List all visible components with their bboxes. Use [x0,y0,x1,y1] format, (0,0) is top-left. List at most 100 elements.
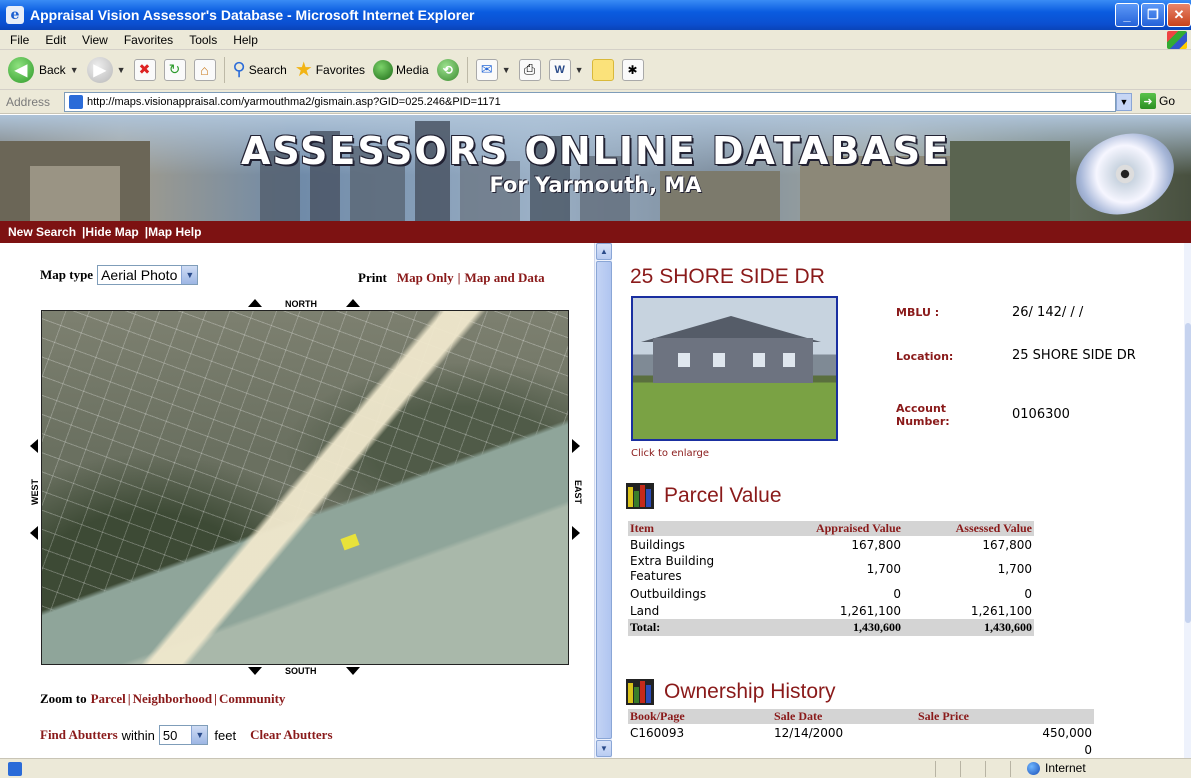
col-header: Sale Date [772,709,916,724]
map-type-label: Map type [40,267,94,282]
mail-dropdown-icon[interactable]: ▼ [502,65,511,75]
pan-east-top-icon[interactable] [572,439,580,453]
back-button[interactable]: ◀ Back ▼ [8,56,79,83]
address-dropdown-icon[interactable]: ▼ [1116,93,1132,111]
cell-assessed: 1,430,600 [903,619,1034,636]
cell-appraised: 167,800 [851,537,901,552]
zoom-community-link[interactable]: Community [219,691,285,707]
scroll-up-icon[interactable]: ▲ [596,243,612,260]
stop-icon[interactable]: ✖ [133,58,156,81]
table-row: C160093 12/14/2000 450,000 [628,724,1094,741]
pan-east-bottom-icon[interactable] [572,526,580,540]
mail-button[interactable]: ✉ ▼ [475,58,511,81]
address-input[interactable]: http://maps.visionappraisal.com/yarmouth… [64,92,1116,112]
research-icon[interactable]: ✱ [621,58,644,81]
cell-appraised: 1,430,600 [768,619,903,636]
hide-map-link[interactable]: |Hide Map [82,225,139,239]
refresh-icon[interactable]: ↻ [163,58,186,81]
print-icon[interactable]: ⎙ [518,58,541,81]
favorites-label: Favorites [315,62,366,77]
search-button[interactable]: ⚲ Search [233,59,287,80]
books-icon [626,483,654,509]
address-url: http://maps.visionappraisal.com/yarmouth… [87,96,501,108]
title-bar: e Appraisal Vision Assessor's Database -… [0,0,1191,30]
media-button[interactable]: Media [373,59,429,80]
pan-west-bottom-icon[interactable] [30,526,38,540]
history-icon[interactable]: ⟲ [436,58,459,81]
chevron-down-icon: ▼ [191,726,208,744]
ownership-table: Book/Page Sale Date Sale Price C160093 1… [628,709,1094,758]
table-total-row: Total: 1,430,600 1,430,600 [628,619,1034,636]
aerial-map[interactable] [41,310,569,665]
selected-parcel[interactable] [340,533,360,551]
status-bar: Internet [0,758,1191,778]
pan-west-top-icon[interactable] [30,439,38,453]
scroll-down-icon[interactable]: ▼ [596,740,612,757]
parcel-value-heading: Parcel Value [626,483,782,509]
menu-view[interactable]: View [82,33,108,47]
new-search-link[interactable]: New Search [8,225,76,239]
forward-dropdown-icon[interactable]: ▼ [117,65,126,75]
map-type-select[interactable]: Aerial Photo ▼ [97,265,199,285]
home-icon[interactable]: ⌂ [193,58,216,81]
menu-edit[interactable]: Edit [45,33,66,47]
minimize-button[interactable]: _ [1115,3,1139,27]
pan-south-right-icon[interactable] [346,667,360,675]
security-zone: Internet [1027,761,1086,775]
south-label: SOUTH [285,666,317,676]
zoom-divider: | [214,691,217,706]
discuss-note-icon[interactable] [591,58,614,81]
maximize-button[interactable]: ❐ [1141,3,1165,27]
west-label: WEST [30,479,40,505]
back-dropdown-icon[interactable]: ▼ [70,65,79,75]
page-scrollbar[interactable] [1184,243,1191,758]
location-label: Location: [896,350,954,363]
cell-assessed: 1,700 [997,562,1032,576]
click-to-enlarge-link[interactable]: Click to enlarge [631,448,709,459]
menu-help[interactable]: Help [233,33,258,47]
cell-appraised: 1,261,100 [839,603,901,618]
close-button[interactable]: ✕ [1167,3,1191,27]
forward-button[interactable]: ▶ ▼ [86,56,126,83]
page-icon [69,95,83,109]
pan-north-left-icon[interactable] [248,299,262,307]
frame-scrollbar[interactable]: ▲ ▼ [594,243,612,758]
go-button[interactable]: ➜ Go [1140,93,1175,109]
table-row: Outbuildings 0 0 [628,585,1034,602]
print-divider: | [457,270,461,285]
page-scroll-thumb[interactable] [1185,323,1191,623]
word-edit-icon: W [548,58,571,81]
find-abutters-link[interactable]: Find Abutters [40,727,118,743]
abutter-distance-select[interactable]: 50 ▼ [158,725,209,745]
pan-north-right-icon[interactable] [346,299,360,307]
mblu-value: 26/ 142/ / / [1012,305,1084,320]
print-map-only-link[interactable]: Map Only [397,270,454,286]
col-header: Item [628,521,768,536]
favorites-button[interactable]: ★ Favorites [295,57,365,82]
cell-price: 450,000 [1042,725,1092,740]
print-map-and-data-link[interactable]: Map and Data [464,270,544,286]
menu-tools[interactable]: Tools [189,33,217,47]
cell-date: 12/14/2000 [774,725,844,740]
property-photo[interactable] [631,296,838,441]
edit-button[interactable]: W ▼ [548,58,584,81]
edit-dropdown-icon[interactable]: ▼ [575,65,584,75]
table-row: Extra Building Features 1,700 1,700 [628,553,1034,585]
zoom-neighborhood-link[interactable]: Neighborhood [133,691,212,707]
zoom-parcel-link[interactable]: Parcel [91,691,126,707]
scroll-thumb[interactable] [596,261,612,739]
chevron-down-icon: ▼ [181,266,198,284]
pan-south-left-icon[interactable] [248,667,262,675]
menu-file[interactable]: File [10,33,29,47]
map-help-link[interactable]: |Map Help [145,225,202,239]
cell-item: Total: [628,619,768,636]
menu-favorites[interactable]: Favorites [124,33,173,47]
print-label: Print [358,270,387,285]
zoom-label: Zoom to [40,691,87,706]
banner-subtitle: For Yarmouth, MA [489,173,702,197]
address-label: Address [6,94,51,109]
clear-abutters-link[interactable]: Clear Abutters [250,727,332,743]
back-arrow-icon: ◀ [8,56,34,83]
cell-item: Buildings [630,537,685,552]
cell-assessed: 167,800 [982,537,1032,552]
